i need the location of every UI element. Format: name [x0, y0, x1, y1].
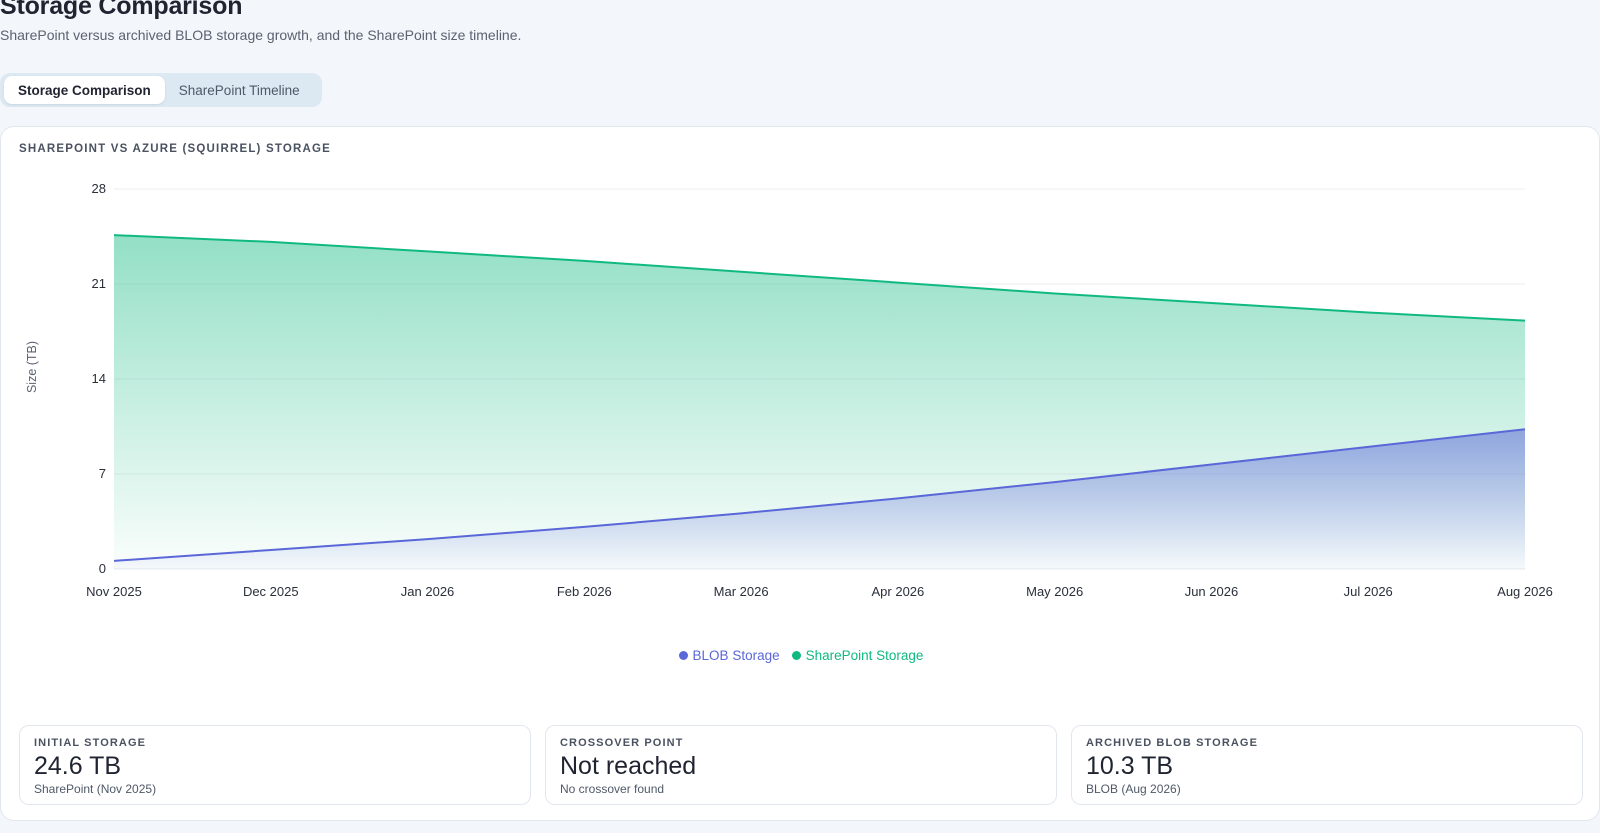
page-title: Storage Comparison [0, 0, 243, 20]
stat-value: 10.3 TB [1086, 752, 1174, 780]
page-subtitle: SharePoint versus archived BLOB storage … [0, 27, 522, 43]
stat-label: CROSSOVER POINT [560, 737, 684, 749]
tab-sharepoint-timeline[interactable]: SharePoint Timeline [165, 76, 314, 104]
y-tick-label: 21 [92, 276, 106, 291]
x-tick-label: Apr 2026 [872, 584, 925, 599]
legend-dot-blob [678, 651, 688, 660]
x-tick-label: Nov 2025 [86, 584, 142, 599]
x-tick-label: May 2026 [1026, 584, 1083, 599]
y-tick-label: 28 [92, 181, 106, 196]
x-tick-label: Mar 2026 [714, 584, 769, 599]
y-tick-label: 7 [99, 466, 106, 481]
legend-item-blob[interactable]: BLOB Storage [678, 648, 780, 663]
x-tick-label: Aug 2026 [1497, 584, 1553, 599]
stat-initial-storage: INITIAL STORAGE 24.6 TB SharePoint (Nov … [19, 725, 531, 805]
x-tick-label: Jan 2026 [401, 584, 455, 599]
x-tick-label: Jun 2026 [1185, 584, 1239, 599]
legend-label-blob: BLOB Storage [692, 648, 780, 663]
legend-label-sharepoint: SharePoint Storage [805, 648, 924, 663]
chart-legend: BLOB Storage SharePoint Storage [1, 648, 1600, 663]
stat-archived-blob: ARCHIVED BLOB STORAGE 10.3 TB BLOB (Aug … [1071, 725, 1583, 805]
stat-value: 24.6 TB [34, 752, 122, 780]
legend-item-sharepoint[interactable]: SharePoint Storage [791, 648, 924, 663]
tab-storage-comparison[interactable]: Storage Comparison [4, 76, 165, 104]
stat-value: Not reached [560, 752, 697, 780]
chart-card: SHAREPOINT VS AZURE (SQUIRREL) STORAGE 0… [0, 126, 1600, 821]
stat-crossover-point: CROSSOVER POINT Not reached No crossover… [545, 725, 1057, 805]
stat-label: ARCHIVED BLOB STORAGE [1086, 737, 1259, 749]
x-tick-label: Feb 2026 [557, 584, 612, 599]
x-tick-label: Dec 2025 [243, 584, 299, 599]
tab-bar: Storage Comparison SharePoint Timeline [0, 73, 322, 107]
y-axis-label: Size (TB) [25, 341, 39, 393]
legend-dot-sharepoint [791, 651, 801, 660]
stat-sub: No crossover found [560, 782, 665, 796]
storage-chart: 0 7 14 21 28 Nov 2025 Dec 2025 Jan 2026 Feb 2026… [25, 181, 1553, 599]
y-tick-label: 0 [99, 561, 106, 576]
series-areas [114, 235, 1525, 569]
x-tick-label: Jul 2026 [1344, 584, 1393, 599]
stat-label: INITIAL STORAGE [34, 737, 147, 749]
stat-sub: BLOB (Aug 2026) [1086, 782, 1181, 796]
stat-cards: INITIAL STORAGE 24.6 TB SharePoint (Nov … [19, 725, 1583, 805]
stat-sub: SharePoint (Nov 2025) [34, 782, 157, 796]
y-tick-label: 14 [92, 371, 106, 386]
page-header: Storage Comparison SharePoint versus arc… [0, 0, 521, 43]
